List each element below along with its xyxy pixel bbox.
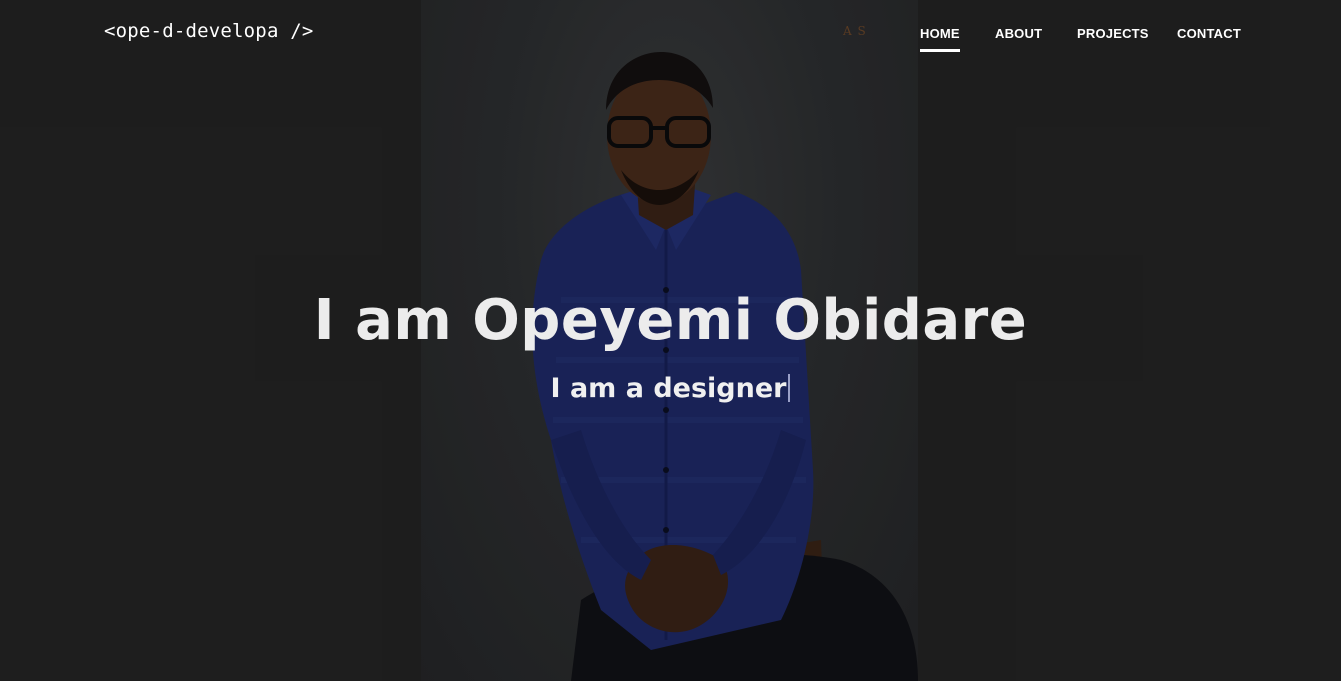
hero-subtitle-typewriter: I am a designer [0, 373, 1341, 404]
nav-item-home[interactable]: HOME [920, 26, 960, 52]
hero-title: I am Opeyemi Obidare [313, 288, 1028, 353]
nav-item-projects[interactable]: PROJECTS [1077, 26, 1149, 41]
hero-subtitle-text: I am a designer [550, 373, 787, 404]
brand-mark-logo: A S [843, 24, 867, 38]
nav-item-about[interactable]: ABOUT [995, 26, 1042, 41]
home-page: <ope-d-developa /> A S HOME ABOUT PROJEC… [0, 0, 1341, 681]
typing-caret [788, 374, 791, 402]
nav-item-contact[interactable]: CONTACT [1177, 26, 1241, 41]
site-logo[interactable]: <ope-d-developa /> [104, 20, 314, 42]
